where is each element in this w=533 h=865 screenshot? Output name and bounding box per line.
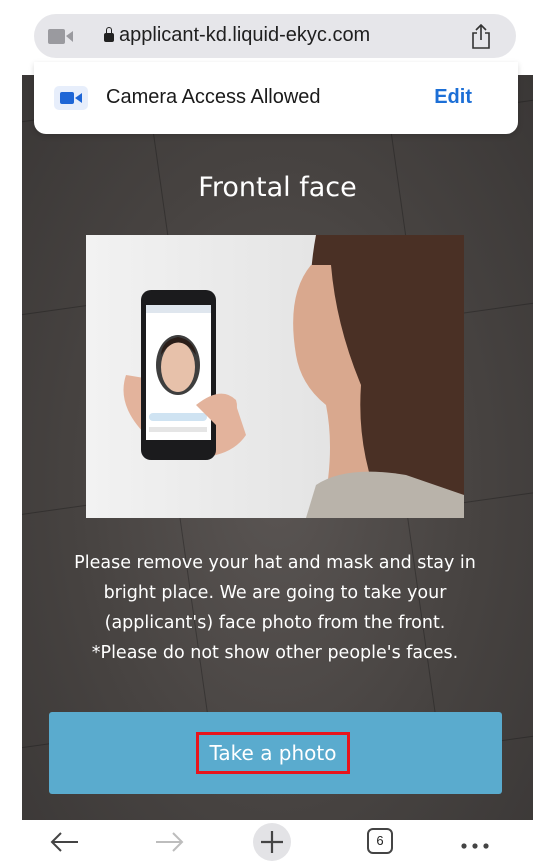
example-photo-illustration bbox=[86, 235, 464, 518]
url-text: applicant-kd.liquid-ekyc.com bbox=[104, 24, 370, 47]
example-photo bbox=[86, 235, 464, 518]
take-photo-label: Take a photo bbox=[196, 732, 350, 774]
more-options-icon[interactable] bbox=[458, 828, 492, 856]
camera-access-banner: Camera Access Allowed Edit bbox=[34, 62, 518, 134]
instructions-line: (applicant's) face photo from the front. bbox=[104, 613, 446, 633]
back-arrow-icon[interactable] bbox=[48, 828, 82, 856]
edit-link[interactable]: Edit bbox=[434, 86, 472, 109]
instructions-line: bright place. We are going to take your bbox=[103, 583, 447, 603]
url-field[interactable]: applicant-kd.liquid-ekyc.com bbox=[34, 14, 516, 58]
take-photo-button[interactable]: Take a photo bbox=[49, 712, 502, 794]
instructions-text: Please remove your hat and mask and stay… bbox=[40, 548, 510, 668]
video-camera-icon bbox=[54, 86, 88, 110]
banner-text: Camera Access Allowed bbox=[106, 86, 321, 108]
share-icon[interactable] bbox=[469, 24, 493, 50]
tab-count-button[interactable]: 6 bbox=[367, 828, 393, 854]
forward-arrow-icon[interactable] bbox=[152, 828, 186, 856]
tab-count: 6 bbox=[376, 833, 384, 848]
lock-icon bbox=[104, 27, 114, 42]
instructions-line: *Please do not show other people's faces… bbox=[91, 643, 459, 663]
page-title: Frontal face bbox=[198, 172, 357, 203]
new-tab-plus-icon[interactable] bbox=[251, 822, 293, 862]
camera-tab-icon bbox=[48, 29, 73, 44]
browser-toolbar: 6 bbox=[0, 820, 533, 865]
instructions-line: Please remove your hat and mask and stay… bbox=[74, 553, 476, 573]
